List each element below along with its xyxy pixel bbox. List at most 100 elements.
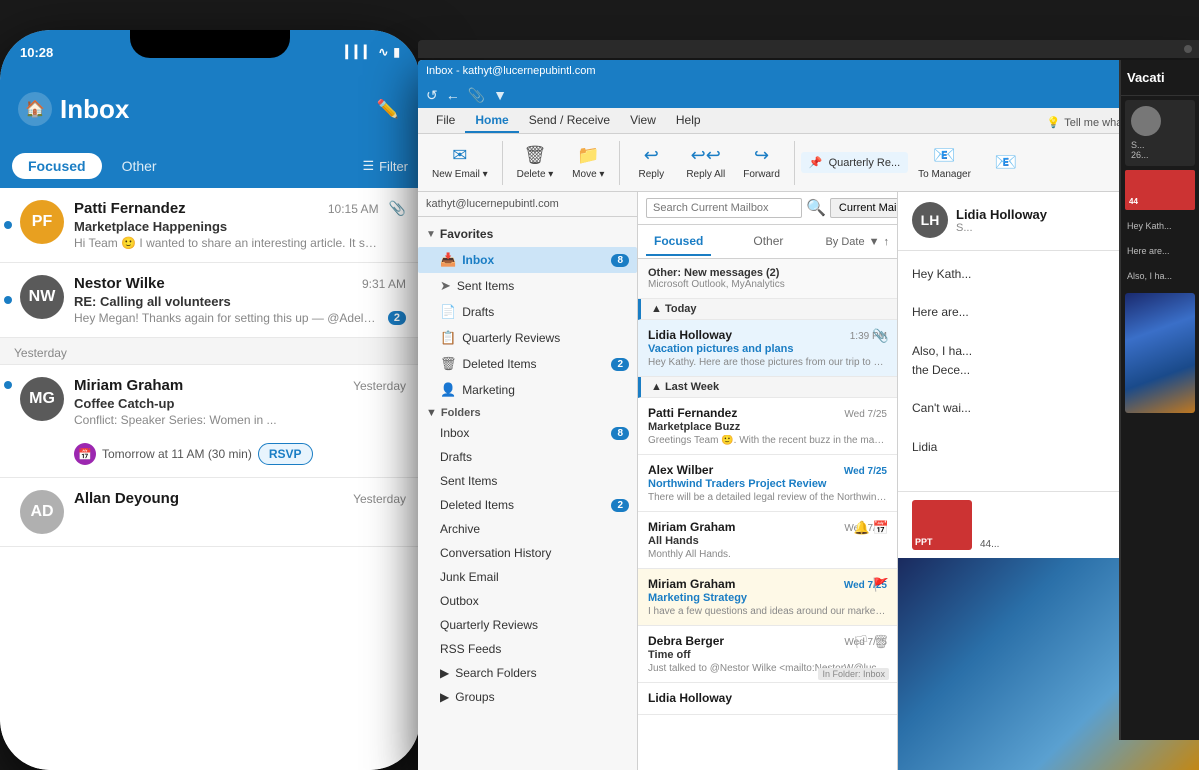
- chevron-right-icon: ▶: [440, 666, 449, 680]
- tab-send-receive[interactable]: Send / Receive: [519, 109, 620, 133]
- phone-email-item[interactable]: NW Nestor Wilke 9:31 AM RE: Calling all …: [0, 263, 420, 338]
- tab-help[interactable]: Help: [666, 109, 711, 133]
- sidebar-item-junk[interactable]: Junk Email: [418, 565, 637, 589]
- new-email-button[interactable]: ✉ New Email ▾: [424, 141, 496, 184]
- reply-all-button[interactable]: ↩↩ Reply All: [678, 141, 733, 184]
- dropdown-icon[interactable]: ▼: [493, 87, 507, 103]
- forward-button[interactable]: ↪ Forward: [735, 141, 788, 184]
- search-scope-button[interactable]: Current Mailbox ▼: [830, 198, 898, 218]
- email-item-lidia[interactable]: Lidia Holloway 1:39 PM Vacation pictures…: [638, 320, 897, 377]
- sidebar-item-drafts-folder[interactable]: Drafts: [418, 445, 637, 469]
- phone-email-item[interactable]: AD Allan Deyoung Yesterday: [0, 478, 420, 547]
- attachment-thumbnail[interactable]: PPT: [912, 500, 972, 550]
- phone-tab-other[interactable]: Other: [110, 153, 169, 179]
- sidebar-item-sent-folder[interactable]: Sent Items: [418, 469, 637, 493]
- window-title: Inbox - kathyt@lucernepubintl.com: [426, 65, 596, 77]
- sidebar-item-inbox-folder[interactable]: Inbox 8: [418, 421, 637, 445]
- sidebar-item-inbox-favorites[interactable]: 📥 Inbox 8: [418, 247, 637, 273]
- search-icon[interactable]: 🔍: [806, 198, 826, 218]
- delete-button[interactable]: 🗑 Delete ▾: [509, 141, 562, 184]
- new-email-icon: ✉: [452, 145, 467, 166]
- reply-all-icon: ↩↩: [691, 145, 721, 166]
- more-button[interactable]: 📧: [981, 148, 1031, 177]
- drafts-folder-label: Drafts: [440, 450, 629, 464]
- email-item-patti[interactable]: Patti Fernandez Wed 7/25 Marketplace Buz…: [638, 398, 897, 455]
- sidebar-item-outbox[interactable]: Outbox: [418, 589, 637, 613]
- avatar: NW: [20, 275, 64, 319]
- quarterly-icon: 📋: [440, 330, 456, 346]
- tab-view[interactable]: View: [620, 109, 666, 133]
- unread-indicator: [4, 221, 12, 229]
- tab-file[interactable]: File: [426, 109, 465, 133]
- email-item-top: Lidia Holloway 1:39 PM: [648, 328, 887, 342]
- sort-control[interactable]: By Date ▼ ↑: [825, 236, 889, 248]
- phone-email-item[interactable]: MG Miriam Graham Yesterday Coffee Catch-…: [0, 365, 420, 478]
- email-item-top: Patti Fernandez Wed 7/25: [648, 406, 887, 420]
- move-button[interactable]: 📁 Move ▾: [563, 141, 613, 184]
- to-manager-label: To Manager: [918, 169, 971, 180]
- sidebar-item-deleted-folder[interactable]: Deleted Items 2: [418, 493, 637, 517]
- marketing-label: Marketing: [462, 383, 629, 397]
- rsvp-button[interactable]: RSVP: [258, 443, 313, 465]
- event-time: Tomorrow at 11 AM (30 min): [102, 447, 252, 461]
- sidebar-item-sent[interactable]: ➤ Sent Items: [418, 273, 637, 299]
- email-sender: Miriam Graham: [648, 520, 735, 534]
- email-preview: Conflict: Speaker Series: Women in ...: [74, 413, 406, 427]
- compose-icon[interactable]: ✏️: [374, 95, 402, 123]
- phone-tab-focused[interactable]: Focused: [12, 153, 102, 179]
- phone-filter[interactable]: ☰ Filter: [362, 158, 408, 174]
- sent-label: Sent Items: [457, 279, 629, 293]
- event-row: 📅 Tomorrow at 11 AM (30 min) RSVP: [20, 443, 406, 465]
- sidebar-item-quarterly[interactable]: 📋 Quarterly Reviews: [418, 325, 637, 351]
- deleted-folder-badge: 2: [611, 499, 629, 512]
- email-subject: Marketplace Happenings: [74, 219, 379, 234]
- refresh-icon[interactable]: ↺: [426, 87, 438, 104]
- sidebar-item-deleted[interactable]: 🗑 Deleted Items 2: [418, 351, 637, 377]
- email-item-debra[interactable]: Debra Berger Wed 7/25 Time off Just talk…: [638, 626, 897, 683]
- email-item-miriam-marketing[interactable]: Miriam Graham Wed 7/25 Marketing Strateg…: [638, 569, 897, 626]
- undo-icon[interactable]: ←: [446, 87, 460, 103]
- email-item-lidia2[interactable]: Lidia Holloway: [638, 683, 897, 715]
- more-icon: 📧: [995, 152, 1017, 173]
- phone-tabs: Focused Other ☰ Filter: [0, 144, 420, 188]
- attach-icon[interactable]: 📎: [468, 87, 485, 104]
- avatar: PF: [20, 200, 64, 244]
- main-area: kathyt@lucernepubintl.com ▼ Favorites 📥 …: [418, 192, 1199, 770]
- sidebar-item-search-folders[interactable]: ▶ Search Folders: [418, 661, 637, 685]
- email-item-miriam-allhands[interactable]: Miriam Graham Wed 7/25 All Hands Monthly…: [638, 512, 897, 569]
- email-preview: Monthly All Hands.: [648, 549, 887, 560]
- tab-other[interactable]: Other: [745, 228, 791, 256]
- junk-label: Junk Email: [440, 570, 629, 584]
- sidebar-item-archive-folder[interactable]: Archive: [418, 517, 637, 541]
- inbox-label: Inbox: [462, 253, 605, 267]
- email-sender: Debra Berger: [648, 634, 724, 648]
- phone-status-right: ▎▎▎ ∿ ▮: [346, 45, 400, 59]
- rss-label: RSS Feeds: [440, 642, 629, 656]
- email-time: Wed 7/25: [844, 466, 887, 477]
- sidebar-item-drafts[interactable]: 📄 Drafts: [418, 299, 637, 325]
- favorites-header[interactable]: ▼ Favorites: [418, 221, 637, 247]
- folders-header[interactable]: ▼ Folders: [418, 403, 637, 421]
- email-search: 🔍 Current Mailbox ▼: [638, 192, 897, 225]
- tab-focused[interactable]: Focused: [646, 228, 711, 256]
- reply-button[interactable]: ↩ Reply: [626, 141, 676, 184]
- section-last-week: ▲ Last Week: [638, 377, 897, 398]
- sidebar-item-marketing[interactable]: 👤 Marketing: [418, 377, 637, 403]
- email-subject: Marketing Strategy: [648, 592, 887, 604]
- email-item-alex[interactable]: Alex Wilber Wed 7/25 Northwind Traders P…: [638, 455, 897, 512]
- inbox-badge: 8: [611, 254, 629, 267]
- sidebar-item-quarterly-folder[interactable]: Quarterly Reviews: [418, 613, 637, 637]
- phone-notch: [130, 30, 290, 58]
- email-sender: Patti Fernandez: [648, 406, 737, 420]
- search-input[interactable]: [646, 198, 802, 218]
- tab-home[interactable]: Home: [465, 109, 518, 133]
- phone-email-item[interactable]: PF Patti Fernandez 10:15 AM Marketplace …: [0, 188, 420, 263]
- to-manager-button[interactable]: 📧 To Manager: [910, 141, 979, 184]
- email-notification[interactable]: Other: New messages (2) Microsoft Outloo…: [638, 259, 897, 299]
- quarterly-reviews-pinned[interactable]: 📌 Quarterly Re...: [801, 152, 908, 173]
- sidebar-item-conv-history[interactable]: Conversation History: [418, 541, 637, 565]
- sidebar-item-groups[interactable]: ▶ Groups: [418, 685, 637, 709]
- attachment-mini-label: 44: [1129, 197, 1138, 206]
- unread-badge: 2: [388, 311, 406, 325]
- sidebar-item-rss[interactable]: RSS Feeds: [418, 637, 637, 661]
